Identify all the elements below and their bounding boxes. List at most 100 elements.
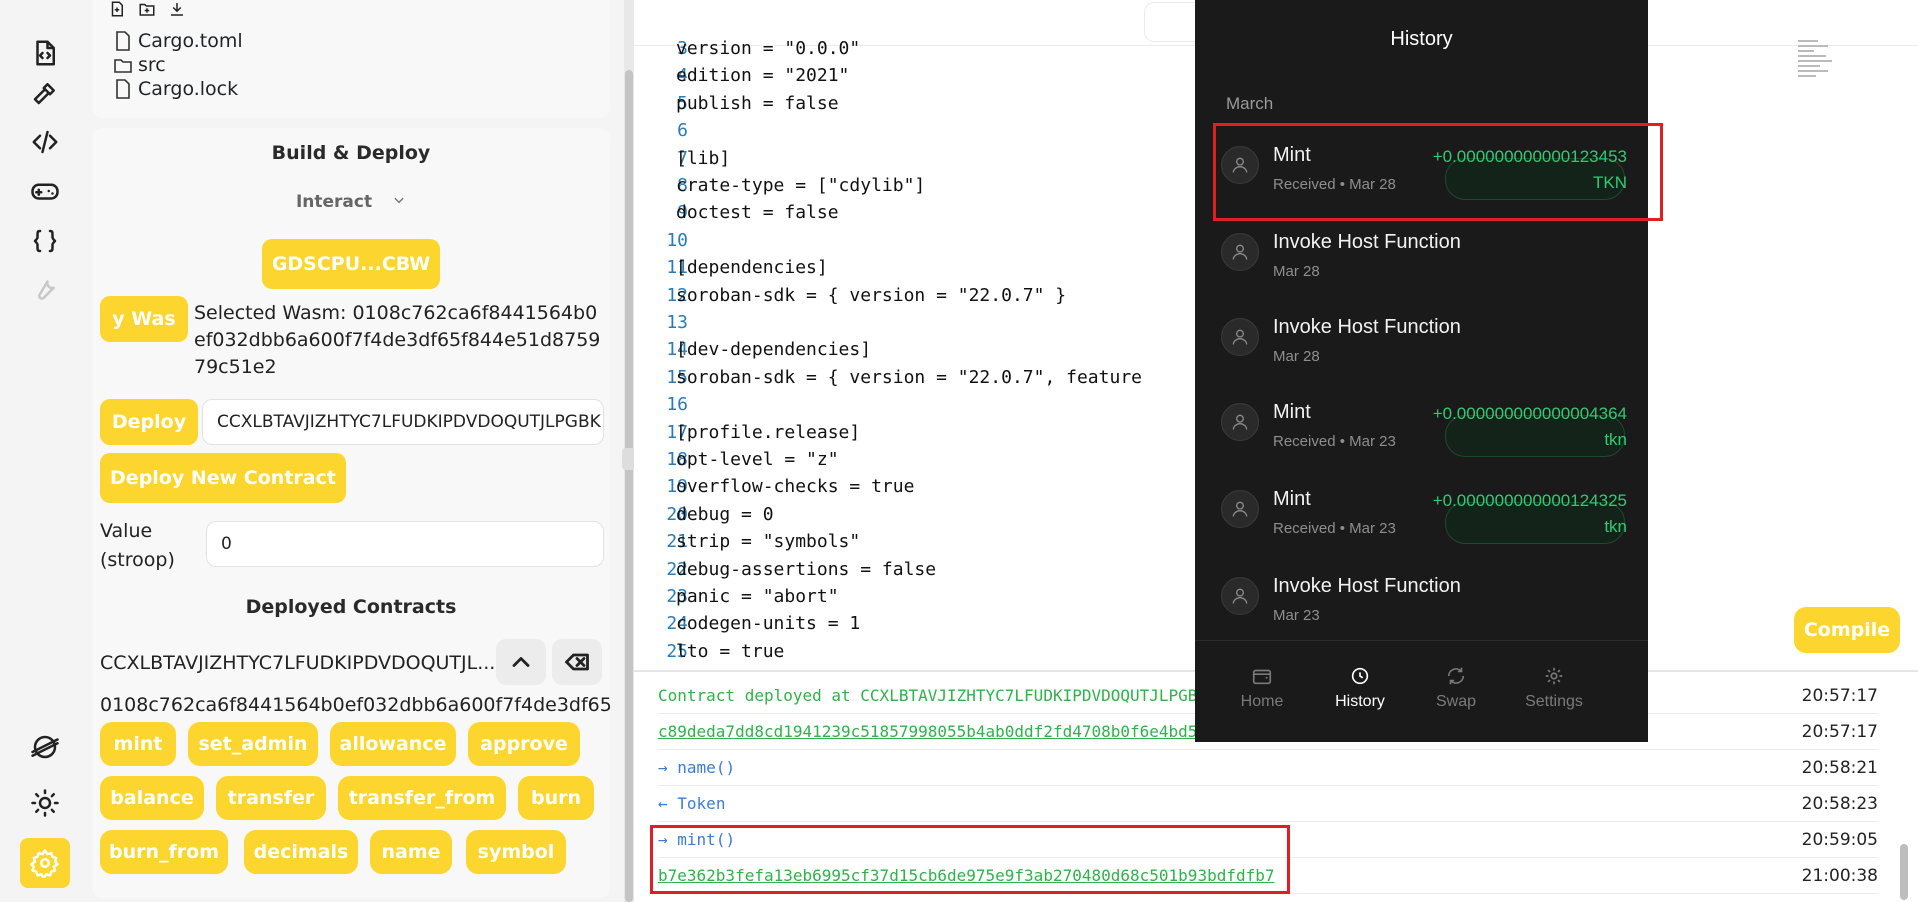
- panel-scrollbar[interactable]: [625, 70, 633, 902]
- file-toolbar: [108, 0, 186, 18]
- log-time: 20:58:21: [1801, 757, 1878, 778]
- wallet-history-popup: History March Mint Received • Mar 28 +0.…: [1195, 0, 1648, 742]
- code-line[interactable]: 25 lto = true: [634, 641, 784, 668]
- remove-contract-button[interactable]: [552, 639, 602, 685]
- method-button-allowance[interactable]: allowance: [330, 722, 456, 766]
- nav-settings[interactable]: Settings: [1509, 665, 1599, 711]
- selected-wasm-text: Selected Wasm: 0108c762ca6f8441564b0ef03…: [194, 302, 601, 378]
- deploy-new-contract-button[interactable]: Deploy New Contract: [100, 453, 346, 503]
- file-explorer: Cargo.toml src Cargo.lock: [92, 0, 610, 118]
- build-deploy-panel: Build & Deploy Interact GDSCPU...CBW y W…: [92, 128, 610, 898]
- code-line[interactable]: 4 edition = "2021": [634, 65, 849, 92]
- transaction-name: Invoke Host Function: [1273, 575, 1461, 597]
- log-row: ← Token 20:58:23: [658, 786, 1878, 822]
- console-scrollbar[interactable]: [1900, 844, 1908, 900]
- nav-home[interactable]: Home: [1217, 665, 1307, 711]
- file-code-icon[interactable]: [24, 32, 66, 74]
- code-line[interactable]: 13: [634, 312, 688, 339]
- transaction-name: Invoke Host Function: [1273, 316, 1461, 338]
- value-input[interactable]: 0: [206, 521, 604, 567]
- method-button-decimals[interactable]: decimals: [244, 830, 358, 874]
- sun-theme-icon[interactable]: [24, 782, 66, 824]
- new-file-icon[interactable]: [108, 0, 126, 18]
- arrow-right-icon: →: [658, 758, 668, 777]
- highlight-box: [1213, 123, 1663, 221]
- method-button-transfer-from[interactable]: transfer_from: [338, 776, 506, 820]
- file-item-cargo-lock[interactable]: Cargo.lock: [114, 78, 238, 100]
- file-icon: [116, 31, 130, 51]
- method-button-balance[interactable]: balance: [100, 776, 204, 820]
- download-icon[interactable]: [168, 0, 186, 18]
- transaction-subtitle: Received • Mar 23: [1273, 520, 1396, 537]
- file-item-cargo-toml[interactable]: Cargo.toml: [114, 30, 243, 52]
- code-line[interactable]: 11 [dependencies]: [634, 257, 827, 284]
- deploy-address-input[interactable]: CCXLBTAVJIZHTYC7LFUDKIPDVDOQUTJLPGBK: [202, 399, 604, 445]
- account-button[interactable]: GDSCPU...CBW: [262, 239, 440, 289]
- transaction-item[interactable]: Mint Received • Mar 23 +0.00000000000000…: [1209, 383, 1639, 463]
- folder-icon: [114, 59, 132, 73]
- swap-icon: [1447, 667, 1465, 685]
- transaction-item[interactable]: Invoke Host Function Mar 23: [1209, 557, 1639, 637]
- code-line[interactable]: 10: [634, 230, 688, 257]
- transaction-item[interactable]: Invoke Host Function Mar 28: [1209, 213, 1639, 293]
- code-line[interactable]: 19 overflow-checks = true: [634, 476, 914, 503]
- nav-history[interactable]: History: [1315, 665, 1405, 711]
- mode-select-label: Interact: [295, 192, 373, 212]
- code-line[interactable]: 23 panic = "abort": [634, 586, 838, 613]
- nav-swap[interactable]: Swap: [1411, 665, 1501, 711]
- code-line[interactable]: 7 [lib]: [634, 148, 730, 175]
- mode-select[interactable]: Interact: [92, 192, 610, 212]
- log-row: → name() 20:58:21: [658, 750, 1878, 786]
- deploy-button[interactable]: Deploy: [100, 399, 198, 445]
- side-panel: Cargo.toml src Cargo.lock Build & Deploy…: [88, 0, 614, 902]
- code-line[interactable]: 9 doctest = false: [634, 202, 839, 229]
- gamepad-icon[interactable]: [24, 170, 66, 212]
- code-line[interactable]: 17 [profile.release]: [634, 422, 860, 449]
- code-line[interactable]: 18 opt-level = "z": [634, 449, 838, 476]
- code-line[interactable]: 20 debug = 0: [634, 504, 773, 531]
- code-icon[interactable]: [24, 121, 66, 163]
- amount-value: +0.000000000000004364: [1432, 404, 1627, 423]
- stellar-logo-icon: [24, 726, 66, 768]
- code-line[interactable]: 5 publish = false: [634, 93, 839, 120]
- method-button-symbol[interactable]: symbol: [466, 830, 566, 874]
- method-button-mint[interactable]: mint: [100, 722, 176, 766]
- code-line[interactable]: 8 crate-type = ["cdylib"]: [634, 175, 925, 202]
- code-line[interactable]: 21 strip = "symbols": [634, 531, 860, 558]
- method-button-approve[interactable]: approve: [468, 722, 580, 766]
- settings-gear-icon[interactable]: [20, 838, 70, 888]
- transaction-name: Invoke Host Function: [1273, 231, 1461, 253]
- code-line[interactable]: 12 soroban-sdk = { version = "22.0.7" }: [634, 285, 1066, 312]
- log-time: 20:57:17: [1801, 721, 1878, 742]
- deployed-contract-id: CCXLBTAVJIZHTYC7LFUDKIPDVDOQUTJL...: [100, 652, 496, 674]
- user-avatar-icon: [1221, 403, 1259, 441]
- transaction-item[interactable]: Mint Received • Mar 23 +0.00000000000012…: [1209, 470, 1639, 550]
- new-folder-icon[interactable]: [138, 0, 156, 18]
- wrench-icon: [24, 268, 66, 310]
- method-button-burn[interactable]: burn: [518, 776, 594, 820]
- code-line[interactable]: 24 codegen-units = 1: [634, 613, 860, 640]
- folder-item-src[interactable]: src: [114, 54, 166, 76]
- method-button-transfer[interactable]: transfer: [216, 776, 326, 820]
- code-line[interactable]: 14 [dev-dependencies]: [634, 339, 871, 366]
- hammer-icon[interactable]: [24, 72, 66, 114]
- code-line[interactable]: 22 debug-assertions = false: [634, 559, 936, 586]
- collapse-contract-button[interactable]: [496, 639, 546, 685]
- panel-splitter[interactable]: [622, 0, 636, 902]
- code-line[interactable]: 15 soroban-sdk = { version = "22.0.7", fe…: [634, 367, 1142, 394]
- code-line[interactable]: 6: [634, 120, 688, 147]
- log-time: 20:59:05: [1801, 829, 1878, 850]
- compile-button[interactable]: Compile: [1794, 607, 1900, 653]
- arrow-left-icon: ←: [658, 794, 668, 813]
- braces-icon[interactable]: [24, 220, 66, 262]
- method-button-set-admin[interactable]: set_admin: [188, 722, 318, 766]
- minimap[interactable]: [1798, 40, 1842, 110]
- transaction-item[interactable]: Invoke Host Function Mar 28: [1209, 298, 1639, 378]
- load-wasm-button[interactable]: y Was: [100, 296, 188, 342]
- method-button-name[interactable]: name: [370, 830, 452, 874]
- amount-value: +0.000000000000124325: [1432, 491, 1627, 510]
- method-button-burn-from[interactable]: burn_from: [100, 830, 228, 874]
- user-avatar-icon: [1221, 490, 1259, 528]
- code-line[interactable]: 3 version = "0.0.0": [634, 38, 860, 65]
- code-line[interactable]: 16: [634, 394, 688, 421]
